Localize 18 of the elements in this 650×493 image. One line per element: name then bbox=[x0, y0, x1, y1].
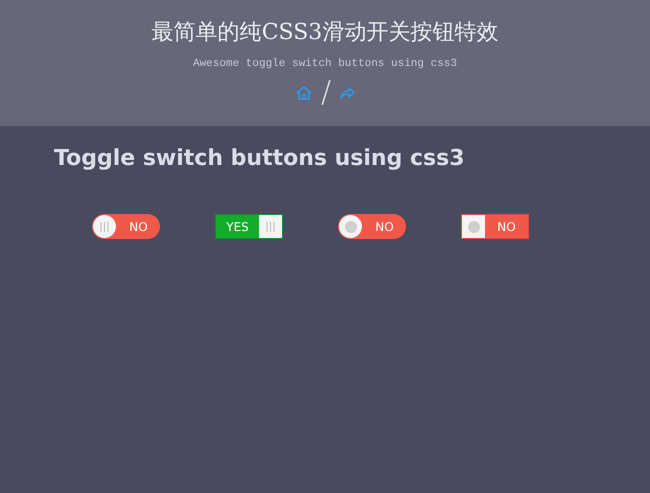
toggle-switch[interactable]: NO bbox=[338, 214, 406, 239]
home-icon[interactable] bbox=[294, 85, 313, 101]
toggle-label: YES bbox=[225, 220, 250, 234]
toggle-switch[interactable]: NO bbox=[92, 214, 160, 239]
toggle-label: NO bbox=[496, 220, 517, 234]
toggle-knob bbox=[93, 215, 116, 238]
share-icon[interactable] bbox=[339, 86, 356, 100]
toggle-switch[interactable]: YES bbox=[215, 214, 283, 239]
toggle-knob bbox=[462, 215, 485, 238]
page-title: 最简单的纯CSS3滑动开关按钮特效 bbox=[152, 19, 498, 47]
section-heading: Toggle switch buttons using css3 bbox=[54, 146, 466, 171]
toggle-knob bbox=[259, 215, 282, 238]
toggle-label: NO bbox=[374, 220, 395, 234]
page-subtitle: Awesome toggle switch buttons using css3 bbox=[192, 58, 458, 70]
toggle-switch[interactable]: NO bbox=[461, 214, 529, 239]
separator: / bbox=[320, 76, 332, 110]
toggle-label: NO bbox=[128, 220, 149, 234]
toggle-knob bbox=[339, 215, 362, 238]
